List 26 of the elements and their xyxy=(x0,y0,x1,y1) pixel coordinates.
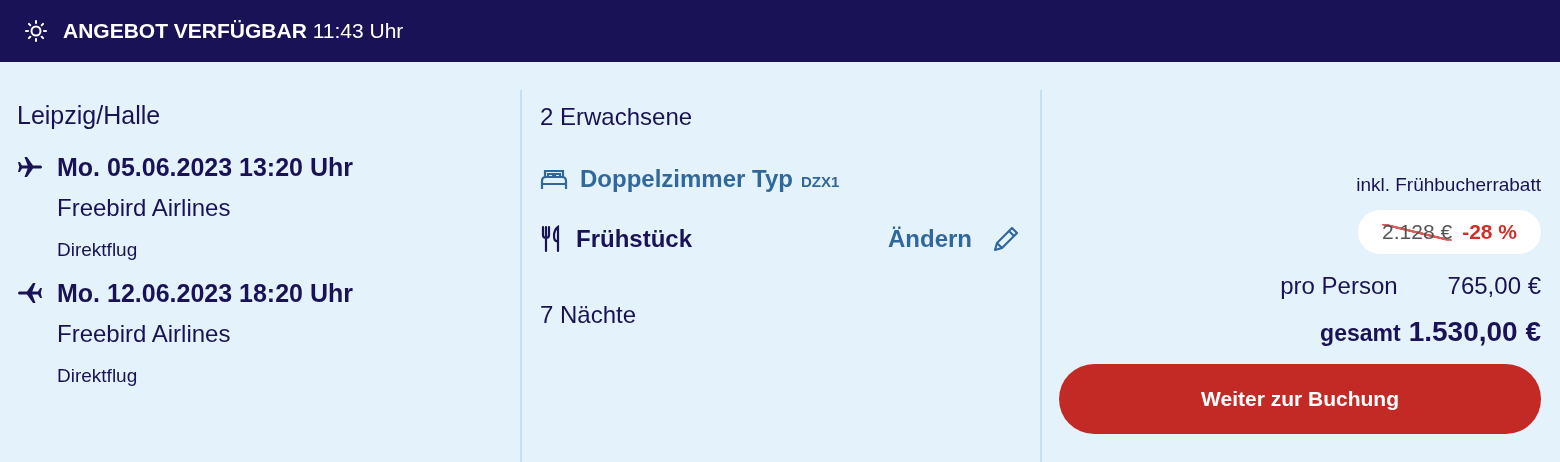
total-label: gesamt xyxy=(1320,320,1401,347)
nights-count: 7 Nächte xyxy=(540,301,638,329)
travellers-count: 2 Erwachsene xyxy=(540,102,694,132)
total-price: 1.530,00 € xyxy=(1408,316,1541,348)
discount-percent: -28 % xyxy=(1462,220,1517,244)
flight-datetime: Mo. 12.06.2023 18:20 Uhr xyxy=(57,278,353,308)
airplane-icon xyxy=(17,155,43,179)
flight-type: Direktflug xyxy=(57,238,139,262)
offer-status: ANGEBOT VERFÜGBAR 11:43 Uhr xyxy=(63,19,404,43)
pencil-icon[interactable] xyxy=(992,225,1020,253)
sun-icon xyxy=(25,20,47,42)
room-type: Doppelzimmer Typ xyxy=(580,165,793,193)
airplane-icon xyxy=(17,281,43,305)
room-code: DZX1 xyxy=(800,171,840,190)
board-type: Frühstück xyxy=(576,225,693,253)
discount-note: inkl. Frühbucherrabatt xyxy=(1356,174,1541,196)
per-person-price: 765,00 € xyxy=(1447,272,1541,300)
airline-name: Freebird Airlines xyxy=(57,193,232,223)
airline-name: Freebird Airlines xyxy=(57,319,232,349)
continue-booking-button[interactable]: Weiter zur Buchung xyxy=(1059,364,1541,434)
departure-airport: Leipzig/Halle xyxy=(17,100,162,131)
flight-type: Direktflug xyxy=(57,364,139,388)
change-link[interactable]: Ändern xyxy=(888,225,972,253)
per-person-label: pro Person xyxy=(1280,272,1398,300)
flight-datetime: Mo. 05.06.2023 13:20 Uhr xyxy=(57,152,353,182)
bed-icon xyxy=(540,168,568,190)
